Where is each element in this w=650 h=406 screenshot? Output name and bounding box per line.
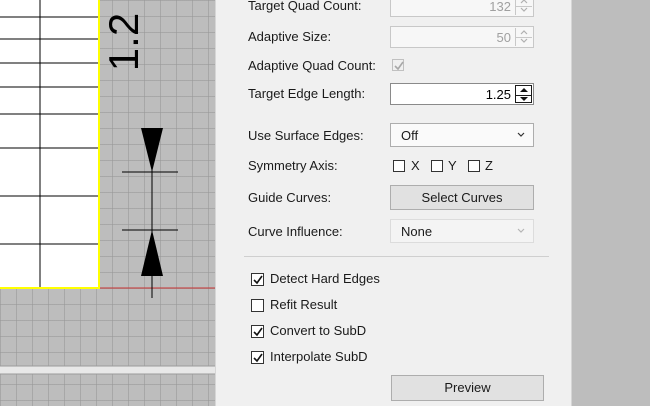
adaptive-size-stepper[interactable] <box>515 28 532 46</box>
checkmark-icon <box>253 353 263 363</box>
symmetry-axis-label: Symmetry Axis: <box>248 158 338 173</box>
target-quad-count-value: 132 <box>489 0 511 14</box>
symmetry-axis-row: Symmetry Axis: X Y Z <box>216 155 571 177</box>
symmetry-y-checkbox[interactable] <box>431 160 443 172</box>
chevron-up-icon <box>520 0 528 4</box>
chevron-down-icon <box>517 228 525 233</box>
chevron-down-icon <box>517 132 525 137</box>
chevron-up-icon <box>520 88 528 92</box>
detect-hard-edges-label[interactable]: Detect Hard Edges <box>270 271 380 286</box>
symmetry-x-checkbox[interactable] <box>393 160 405 172</box>
symmetry-x-label: X <box>411 158 420 173</box>
target-edge-length-value: 1.25 <box>485 87 511 102</box>
convert-to-subd-label[interactable]: Convert to SubD <box>270 323 366 338</box>
adaptive-size-label: Adaptive Size: <box>248 29 332 44</box>
convert-to-subd-checkbox[interactable] <box>251 325 264 338</box>
detect-hard-edges-checkbox[interactable] <box>251 273 264 286</box>
guide-curves-label: Guide Curves: <box>248 190 332 205</box>
guide-curves-row: Guide Curves: Select Curves <box>216 185 571 210</box>
symmetry-z-label: Z <box>485 158 493 173</box>
refit-result-label[interactable]: Refit Result <box>270 297 337 312</box>
adaptive-quad-count-checkbox[interactable] <box>392 59 404 71</box>
mesh-face <box>0 0 99 288</box>
checkmark-icon <box>253 275 263 285</box>
target-quad-count-field[interactable]: 132 <box>390 0 534 17</box>
detect-hard-edges-row[interactable]: Detect Hard Edges <box>216 268 571 290</box>
target-edge-length-label: Target Edge Length: <box>248 86 366 101</box>
convert-to-subd-row[interactable]: Convert to SubD <box>216 320 571 342</box>
dimension <box>122 128 178 298</box>
target-quad-count-stepper[interactable] <box>515 0 532 15</box>
symmetry-y-label: Y <box>448 158 457 173</box>
refit-result-checkbox[interactable] <box>251 299 264 312</box>
adaptive-size-row: Adaptive Size: 50 <box>216 26 571 48</box>
target-edge-length-row: Target Edge Length: 1.25 <box>216 83 571 105</box>
chevron-down-icon <box>520 38 528 43</box>
refit-result-row[interactable]: Refit Result <box>216 294 571 316</box>
interpolate-subd-row[interactable]: Interpolate SubD <box>216 346 571 368</box>
select-curves-button[interactable]: Select Curves <box>390 185 534 210</box>
target-quad-count-label: Target Quad Count: <box>248 0 362 13</box>
curve-influence-row: Curve Influence: None <box>216 219 571 243</box>
use-surface-edges-label: Use Surface Edges: <box>248 128 364 143</box>
decrement-button[interactable] <box>516 95 532 104</box>
decrement-button[interactable] <box>516 37 532 46</box>
curve-influence-select[interactable]: None <box>390 219 534 243</box>
checkmark-icon <box>394 61 404 71</box>
adaptive-quad-count-row: Adaptive Quad Count: <box>216 55 571 77</box>
adaptive-quad-count-label: Adaptive Quad Count: <box>248 58 376 73</box>
chevron-down-icon <box>520 7 528 12</box>
use-surface-edges-select[interactable]: Off <box>390 123 534 147</box>
decrement-button[interactable] <box>516 6 532 15</box>
use-surface-edges-row: Use Surface Edges: Off <box>216 123 571 147</box>
interpolate-subd-label[interactable]: Interpolate SubD <box>270 349 368 364</box>
interpolate-subd-checkbox[interactable] <box>251 351 264 364</box>
viewport-right-area[interactable] <box>571 0 650 406</box>
dimension-label: 1.2 <box>100 13 147 71</box>
target-quad-count-row: Target Quad Count: 132 <box>216 0 571 17</box>
symmetry-z-checkbox[interactable] <box>468 160 480 172</box>
checkmark-icon <box>253 327 263 337</box>
use-surface-edges-value: Off <box>401 128 419 143</box>
quadremesh-panel: Target Quad Count: 132 Adaptive Size: 50 <box>215 0 572 406</box>
adaptive-size-value: 50 <box>496 30 511 45</box>
target-edge-length-field[interactable]: 1.25 <box>390 83 534 105</box>
chevron-down-icon <box>520 97 528 101</box>
target-edge-length-stepper[interactable] <box>515 85 532 103</box>
curve-influence-label: Curve Influence: <box>248 224 343 239</box>
adaptive-size-field[interactable]: 50 <box>390 26 534 48</box>
preview-button[interactable]: Preview <box>391 375 544 401</box>
chevron-up-icon <box>520 30 528 35</box>
section-divider <box>244 256 549 257</box>
curve-influence-value: None <box>401 224 433 239</box>
